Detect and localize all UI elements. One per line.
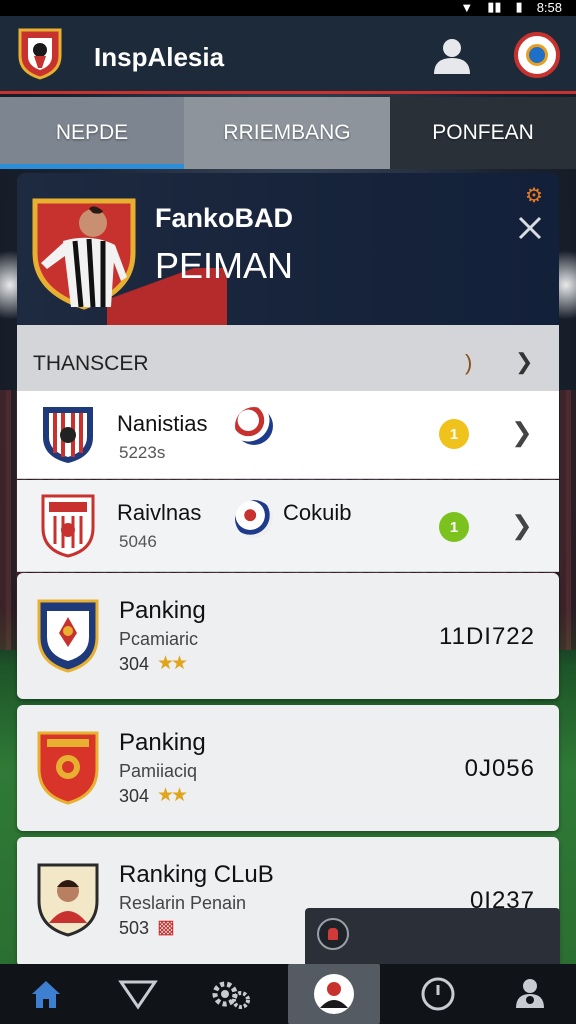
bottom-navigation xyxy=(0,964,576,1024)
user-profile-icon[interactable] xyxy=(430,34,474,78)
transfer-row[interactable]: Raivlnas 5046 Cokuib 1 ❯ xyxy=(17,480,559,572)
player-profile-card: FankoBAD PEIMAN ⚙ xyxy=(17,173,559,325)
tab-nepde[interactable]: NEPDE xyxy=(0,97,184,169)
club-badge-icon xyxy=(41,403,95,465)
ranking-title: Ranking CLuB xyxy=(119,861,274,888)
ranking-card[interactable]: Panking Pcamiaric 304 ★★ 11DI722 xyxy=(17,573,559,699)
clock-icon xyxy=(421,977,455,1011)
status-badge: 1 xyxy=(439,512,469,542)
ranking-title: Panking xyxy=(119,597,206,624)
ranking-subtitle: Reslarin Penain xyxy=(119,893,247,913)
club-badge-icon xyxy=(37,729,99,805)
player-name-line2: PEIMAN xyxy=(155,245,294,286)
wifi-icon: ▼ xyxy=(460,0,474,15)
ranking-subtitle: Pcamiaric xyxy=(119,629,199,649)
soccer-ball-icon xyxy=(235,500,273,538)
floating-action-panel[interactable] xyxy=(305,908,560,964)
transfer-section-header[interactable]: THANSCER ) ❯ xyxy=(17,325,559,391)
triangle-icon xyxy=(118,980,158,1010)
ranking-title: Panking xyxy=(119,729,206,756)
home-icon xyxy=(32,981,60,1008)
status-time: 8:58 xyxy=(536,0,562,15)
transfer-sub: 5223s xyxy=(119,443,166,462)
transfer-name: Nanistias xyxy=(117,411,208,436)
club-crest-icon[interactable] xyxy=(18,26,62,80)
nav-player-profile[interactable] xyxy=(288,964,380,1024)
ranking-number: 304 xyxy=(119,786,150,806)
app-title: InspAlesia xyxy=(94,42,225,72)
nav-home[interactable] xyxy=(0,964,92,1024)
notification-ball-inner xyxy=(526,44,548,66)
ranking-value: 0J056 xyxy=(464,755,535,782)
star-rating-icon: ★★ xyxy=(157,653,188,674)
transfer-title: THANSCER xyxy=(33,352,149,375)
team-icon xyxy=(516,979,544,1008)
nav-clock[interactable] xyxy=(392,964,484,1024)
status-bar: ▼ ▮▮ ▮ 8:58 xyxy=(0,0,576,16)
club-badge-icon xyxy=(37,597,99,673)
player-shield-avatar xyxy=(31,191,137,311)
ranking-number: 503 xyxy=(119,918,150,938)
star-rating-icon: ★★ xyxy=(157,785,188,806)
soccer-ball-icon xyxy=(235,407,273,445)
tab-ponfean[interactable]: PONFEAN xyxy=(390,97,576,169)
status-badge: 1 xyxy=(439,419,469,449)
battery-icon: ▮ xyxy=(515,0,523,14)
nav-settings[interactable] xyxy=(184,964,276,1024)
player-badge-icon xyxy=(37,861,99,937)
club-badge-icon xyxy=(41,492,95,558)
transfer-extra-label: Cokuib xyxy=(283,500,352,525)
nav-triangle[interactable] xyxy=(92,964,184,1024)
ranking-card[interactable]: Panking Pamiiaciq 304 ★★ 0J056 xyxy=(17,705,559,831)
chevron-right-icon[interactable]: ❯ xyxy=(515,349,533,375)
nav-team[interactable] xyxy=(484,964,576,1024)
gear-icon[interactable]: ⚙ xyxy=(525,183,543,208)
transfer-paren: ) xyxy=(465,350,473,375)
ranking-number: 304 xyxy=(119,654,150,674)
record-icon[interactable] xyxy=(317,918,349,950)
chevron-right-icon[interactable]: ❯ xyxy=(511,510,533,541)
settings-gears-icon xyxy=(212,981,250,1009)
transfer-name: Raivlnas xyxy=(117,500,202,525)
ranking-subtitle: Pamiiaciq xyxy=(119,761,198,781)
app-header: InspAlesia xyxy=(0,16,576,94)
tab-bar: NEPDE RRIEMBANG PONFEAN xyxy=(0,97,576,169)
transfer-sub: 5046 xyxy=(119,532,157,551)
notification-ball-icon[interactable] xyxy=(514,32,560,78)
rank-badge-icon: ▩ xyxy=(157,917,175,938)
chevron-right-icon[interactable]: ❯ xyxy=(511,417,533,448)
player-profile-icon xyxy=(314,974,354,1014)
transfer-row[interactable]: Nanistias 5223s 1 ❯ xyxy=(17,391,559,479)
signal-icon: ▮▮ xyxy=(487,0,502,14)
ranking-value: 11DI722 xyxy=(439,623,535,650)
tab-rriembang[interactable]: RRIEMBANG xyxy=(184,97,390,169)
close-icon[interactable] xyxy=(515,213,545,243)
player-name-line1: FankoBAD xyxy=(155,203,294,233)
